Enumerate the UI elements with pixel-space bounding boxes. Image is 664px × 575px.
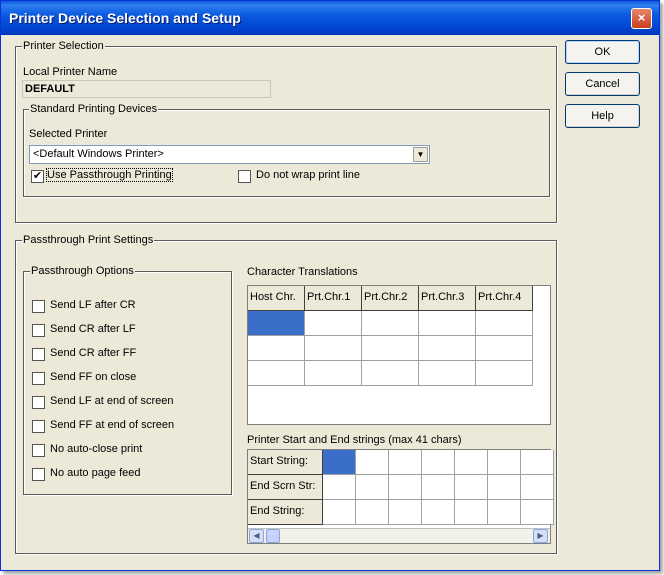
row-header: End String: bbox=[248, 500, 323, 525]
character-translations-grid[interactable]: Host Chr. Prt.Chr.1 Prt.Chr.2 Prt.Chr.3 Prt.… bbox=[247, 285, 551, 425]
printer-selection-label: Printer Selection bbox=[22, 40, 105, 52]
title-bar[interactable]: Printer Device Selection and Setup × bbox=[1, 1, 659, 35]
string-cell[interactable] bbox=[422, 500, 455, 525]
grid-cell[interactable] bbox=[305, 361, 362, 386]
option-label[interactable]: Send LF at end of screen bbox=[50, 395, 174, 407]
selected-printer-dropdown[interactable]: <Default Windows Printer> ▼ bbox=[29, 145, 430, 164]
chevron-down-icon[interactable]: ▼ bbox=[413, 147, 428, 162]
row-header: End Scrn Str: bbox=[248, 475, 323, 500]
string-cell[interactable] bbox=[488, 475, 521, 500]
column-header[interactable]: Host Chr. bbox=[248, 286, 305, 311]
string-cell[interactable] bbox=[323, 500, 356, 525]
grid-cell[interactable] bbox=[305, 311, 362, 336]
string-cell[interactable] bbox=[389, 500, 422, 525]
grid-cell[interactable] bbox=[476, 361, 533, 386]
string-cell[interactable] bbox=[323, 450, 356, 475]
option-label[interactable]: Send LF after CR bbox=[50, 299, 136, 311]
option-label[interactable]: No auto page feed bbox=[50, 467, 141, 479]
grid-cell[interactable] bbox=[248, 361, 305, 386]
column-header[interactable]: Prt.Chr.3 bbox=[419, 286, 476, 311]
string-cell[interactable] bbox=[521, 475, 554, 500]
close-icon[interactable]: × bbox=[631, 8, 652, 29]
grid-cell[interactable] bbox=[362, 336, 419, 361]
column-header[interactable]: Prt.Chr.4 bbox=[476, 286, 533, 311]
no-wrap-label[interactable]: Do not wrap print line bbox=[256, 169, 360, 181]
option-checkbox[interactable] bbox=[32, 396, 45, 409]
grid-cell[interactable] bbox=[248, 336, 305, 361]
selected-printer-value: <Default Windows Printer> bbox=[33, 148, 164, 160]
column-header[interactable]: Prt.Chr.2 bbox=[362, 286, 419, 311]
grid-cell[interactable] bbox=[248, 311, 305, 336]
option-label[interactable]: Send FF on close bbox=[50, 371, 136, 383]
start-end-strings-label: Printer Start and End strings (max 41 ch… bbox=[247, 434, 462, 446]
scroll-right-icon[interactable]: ▶ bbox=[533, 529, 548, 543]
grid-cell[interactable] bbox=[305, 336, 362, 361]
string-cell[interactable] bbox=[488, 500, 521, 525]
option-checkbox[interactable] bbox=[32, 444, 45, 457]
row-header: Start String: bbox=[248, 450, 323, 475]
character-translations-label: Character Translations bbox=[247, 266, 358, 278]
string-cell[interactable] bbox=[389, 450, 422, 475]
start-end-strings-grid[interactable]: Start String: End Scrn Str: End String: ◀ ▶ bbox=[247, 449, 554, 544]
use-passthrough-checkbox[interactable]: ✔ bbox=[31, 170, 44, 183]
local-printer-name-field: DEFAULT bbox=[22, 80, 271, 98]
scroll-left-icon[interactable]: ◀ bbox=[249, 529, 264, 543]
string-cell[interactable] bbox=[422, 475, 455, 500]
option-checkbox[interactable] bbox=[32, 348, 45, 361]
option-checkbox[interactable] bbox=[32, 300, 45, 313]
option-checkbox[interactable] bbox=[32, 324, 45, 337]
string-cell[interactable] bbox=[455, 500, 488, 525]
no-wrap-checkbox[interactable] bbox=[238, 170, 251, 183]
grid-cell[interactable] bbox=[476, 311, 533, 336]
standard-printing-devices-label: Standard Printing Devices bbox=[29, 103, 159, 115]
local-printer-name-label: Local Printer Name bbox=[23, 66, 118, 78]
string-cell[interactable] bbox=[389, 475, 422, 500]
string-cell[interactable] bbox=[356, 475, 389, 500]
option-checkbox[interactable] bbox=[32, 420, 45, 433]
passthrough-settings-label: Passthrough Print Settings bbox=[22, 234, 155, 246]
grid-cell[interactable] bbox=[362, 361, 419, 386]
string-cell[interactable] bbox=[521, 450, 554, 475]
passthrough-options-label: Passthrough Options bbox=[30, 265, 135, 277]
string-cell[interactable] bbox=[455, 450, 488, 475]
dialog-window: Printer Device Selection and Setup × OK … bbox=[0, 0, 660, 571]
string-cell[interactable] bbox=[356, 500, 389, 525]
cancel-button[interactable]: Cancel bbox=[565, 72, 640, 96]
string-cell[interactable] bbox=[455, 475, 488, 500]
grid-cell[interactable] bbox=[419, 311, 476, 336]
string-cell[interactable] bbox=[323, 475, 356, 500]
use-passthrough-label[interactable]: Use Passthrough Printing bbox=[46, 168, 173, 182]
grid-cell[interactable] bbox=[362, 311, 419, 336]
grid-cell[interactable] bbox=[419, 361, 476, 386]
selected-printer-label: Selected Printer bbox=[29, 128, 108, 140]
column-header[interactable]: Prt.Chr.1 bbox=[305, 286, 362, 311]
string-cell[interactable] bbox=[356, 450, 389, 475]
grid-cell[interactable] bbox=[419, 336, 476, 361]
option-label[interactable]: Send CR after LF bbox=[50, 323, 136, 335]
help-button[interactable]: Help bbox=[565, 104, 640, 128]
option-label[interactable]: Send CR after FF bbox=[50, 347, 136, 359]
scroll-thumb[interactable] bbox=[266, 529, 280, 543]
grid-cell[interactable] bbox=[476, 336, 533, 361]
string-cell[interactable] bbox=[488, 450, 521, 475]
option-checkbox[interactable] bbox=[32, 468, 45, 481]
option-label[interactable]: No auto-close print bbox=[50, 443, 142, 455]
window-title: Printer Device Selection and Setup bbox=[9, 10, 241, 26]
option-label[interactable]: Send FF at end of screen bbox=[50, 419, 174, 431]
string-cell[interactable] bbox=[422, 450, 455, 475]
ok-button[interactable]: OK bbox=[565, 40, 640, 64]
option-checkbox[interactable] bbox=[32, 372, 45, 385]
string-cell[interactable] bbox=[521, 500, 554, 525]
horizontal-scrollbar[interactable]: ◀ ▶ bbox=[248, 528, 550, 543]
